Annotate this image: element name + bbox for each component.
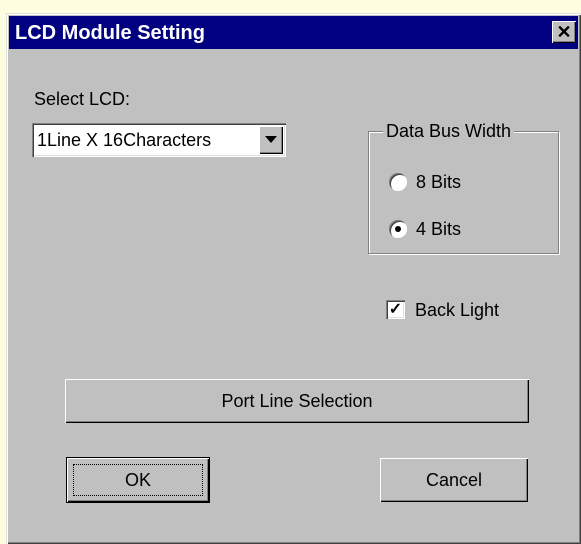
- radio-8-bits[interactable]: [389, 173, 407, 191]
- port-line-selection-button[interactable]: Port Line Selection: [65, 379, 529, 423]
- select-lcd-label: Select LCD:: [34, 89, 131, 109]
- dropdown-arrow-icon[interactable]: [259, 126, 283, 154]
- title-bar[interactable]: LCD Module Setting ✕: [9, 16, 578, 49]
- close-icon: ✕: [556, 22, 572, 42]
- cancel-label: Cancel: [425, 470, 483, 490]
- back-light-label[interactable]: Back Light: [415, 299, 499, 321]
- port-line-selection-label: Port Line Selection: [221, 391, 373, 411]
- cancel-button[interactable]: Cancel: [380, 458, 528, 502]
- select-lcd-value: 1Line X 16Characters: [37, 130, 212, 150]
- data-bus-width-legend: Data Bus Width: [383, 120, 515, 142]
- lcd-module-setting-dialog: LCD Module Setting ✕ Select LCD: 1Line X…: [6, 13, 581, 544]
- radio-4-bits[interactable]: [389, 220, 407, 238]
- focus-rectangle: [73, 464, 203, 496]
- select-lcd-dropdown[interactable]: 1Line X 16Characters: [32, 123, 286, 157]
- radio-8-bits-label[interactable]: 8 Bits: [416, 171, 461, 193]
- close-button[interactable]: ✕: [552, 21, 576, 43]
- back-light-checkbox[interactable]: ✓: [386, 300, 405, 319]
- radio-4-bits-label[interactable]: 4 Bits: [416, 218, 461, 240]
- ok-button[interactable]: OK: [66, 457, 210, 503]
- checkmark-icon: ✓: [388, 301, 403, 318]
- dialog-title: LCD Module Setting: [15, 22, 205, 44]
